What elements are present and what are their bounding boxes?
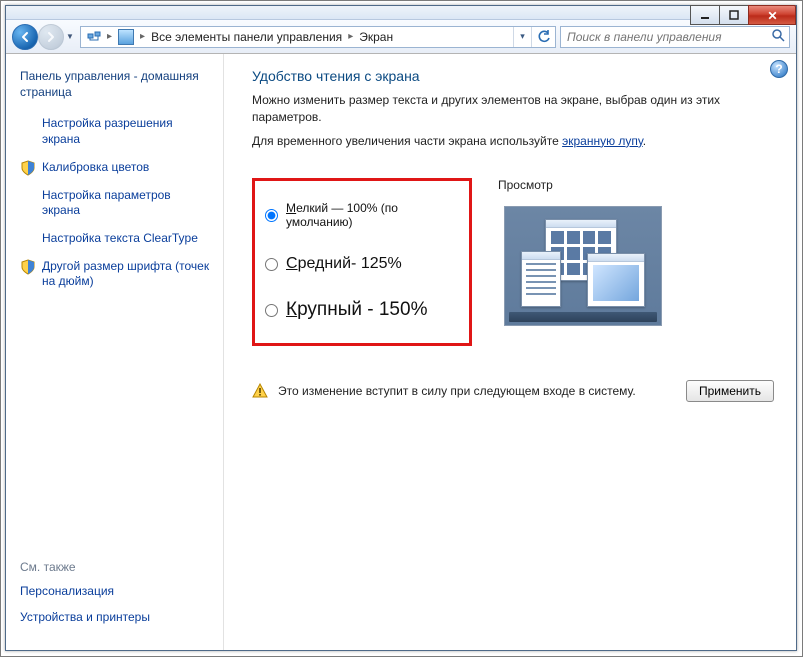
control-panel-icon (118, 29, 134, 45)
radio-medium[interactable] (265, 258, 278, 271)
spacer-icon (20, 231, 36, 247)
search-icon (771, 28, 785, 45)
see-also: См. также Персонализация Устройства и пр… (20, 560, 211, 636)
preview-image (504, 206, 662, 326)
task-item[interactable]: Настройка разрешения экрана (20, 116, 211, 147)
search-box[interactable] (560, 26, 790, 48)
see-also-link[interactable]: Персонализация (20, 584, 211, 598)
option-large[interactable]: Крупный - 150% (265, 299, 451, 321)
help-button[interactable]: ? (770, 60, 788, 78)
option-small[interactable]: Мелкий — 100% (по умолчанию) (265, 201, 451, 229)
radio-large[interactable] (265, 304, 278, 317)
notice-text: Это изменение вступит в силу при следующ… (278, 384, 636, 398)
option-medium-label: Средний- 125% (286, 255, 402, 273)
nav-history: ▼ (12, 24, 76, 50)
close-button[interactable] (748, 5, 796, 25)
window-controls (691, 5, 796, 25)
content-area: ? Удобство чтения с экрана Можно изменит… (224, 54, 796, 650)
option-medium[interactable]: Средний- 125% (265, 255, 451, 273)
lead-text-2: Для временного увеличения части экрана и… (252, 133, 774, 150)
spacer-icon (20, 188, 36, 204)
control-panel-window: ▼ ▸ ▸ Все элементы панели управления ▸ Э… (5, 5, 797, 651)
radio-small[interactable] (265, 209, 278, 222)
shield-icon (20, 160, 36, 176)
page-title: Удобство чтения с экрана (252, 68, 774, 84)
refresh-button[interactable] (531, 27, 555, 47)
address-dropdown[interactable]: ▾ (513, 27, 531, 47)
breadcrumb-leaf[interactable]: Экран (359, 30, 393, 44)
forward-button[interactable] (38, 24, 64, 50)
breadcrumb-sep-icon: ▸ (346, 31, 355, 42)
task-link[interactable]: Другой размер шрифта (точек на дюйм) (42, 259, 211, 290)
nav-history-dropdown[interactable]: ▼ (64, 32, 76, 41)
preview-window-text (521, 251, 561, 307)
minimize-button[interactable] (690, 5, 720, 25)
see-also-header: См. также (20, 560, 211, 574)
preview-window-photo (587, 253, 645, 307)
desktop-backdrop: ▼ ▸ ▸ Все элементы панели управления ▸ Э… (0, 0, 803, 657)
breadcrumb-sep-icon: ▸ (105, 31, 114, 42)
task-item[interactable]: Калибровка цветов (20, 160, 211, 176)
task-list: Настройка разрешения экрана Калибровка ц… (20, 116, 211, 302)
dpi-options: Мелкий — 100% (по умолчанию) Средний- 12… (252, 178, 472, 346)
breadcrumb-sep-icon: ▸ (138, 31, 147, 42)
preview-column: Просмотр (498, 178, 774, 326)
back-button[interactable] (12, 24, 38, 50)
see-also-link[interactable]: Устройства и принтеры (20, 610, 211, 624)
maximize-button[interactable] (719, 5, 749, 25)
magnifier-link[interactable]: экранную лупу (562, 134, 643, 148)
option-large-label: Крупный - 150% (286, 299, 427, 321)
control-panel-home-link[interactable]: Панель управления - домашняя страница (20, 68, 211, 100)
task-item[interactable]: Другой размер шрифта (точек на дюйм) (20, 259, 211, 290)
navigation-bar: ▼ ▸ ▸ Все элементы панели управления ▸ Э… (6, 20, 796, 54)
search-input[interactable] (565, 29, 767, 45)
breadcrumb-root[interactable]: Все элементы панели управления (151, 30, 342, 44)
sidebar: Панель управления - домашняя страница На… (6, 54, 224, 650)
notice-bar: Это изменение вступит в силу при следующ… (252, 380, 774, 402)
spacer-icon (20, 116, 36, 132)
apply-button[interactable]: Применить (686, 380, 774, 402)
shield-icon (20, 259, 36, 275)
warning-icon (252, 383, 268, 399)
main-row: Мелкий — 100% (по умолчанию) Средний- 12… (252, 178, 774, 346)
window-body: Панель управления - домашняя страница На… (6, 54, 796, 650)
task-link[interactable]: Настройка текста ClearType (42, 231, 198, 247)
task-item[interactable]: Настройка текста ClearType (20, 231, 211, 247)
task-link[interactable]: Настройка параметров экрана (42, 188, 211, 219)
task-link[interactable]: Калибровка цветов (42, 160, 149, 176)
option-small-label: Мелкий — 100% (по умолчанию) (286, 201, 451, 229)
task-item[interactable]: Настройка параметров экрана (20, 188, 211, 219)
task-link[interactable]: Настройка разрешения экрана (42, 116, 211, 147)
preview-header: Просмотр (498, 178, 774, 192)
title-bar[interactable] (6, 6, 796, 20)
lead-text-1: Можно изменить размер текста и других эл… (252, 92, 774, 127)
address-bar[interactable]: ▸ ▸ Все элементы панели управления ▸ Экр… (80, 26, 556, 48)
network-icon (87, 28, 101, 45)
